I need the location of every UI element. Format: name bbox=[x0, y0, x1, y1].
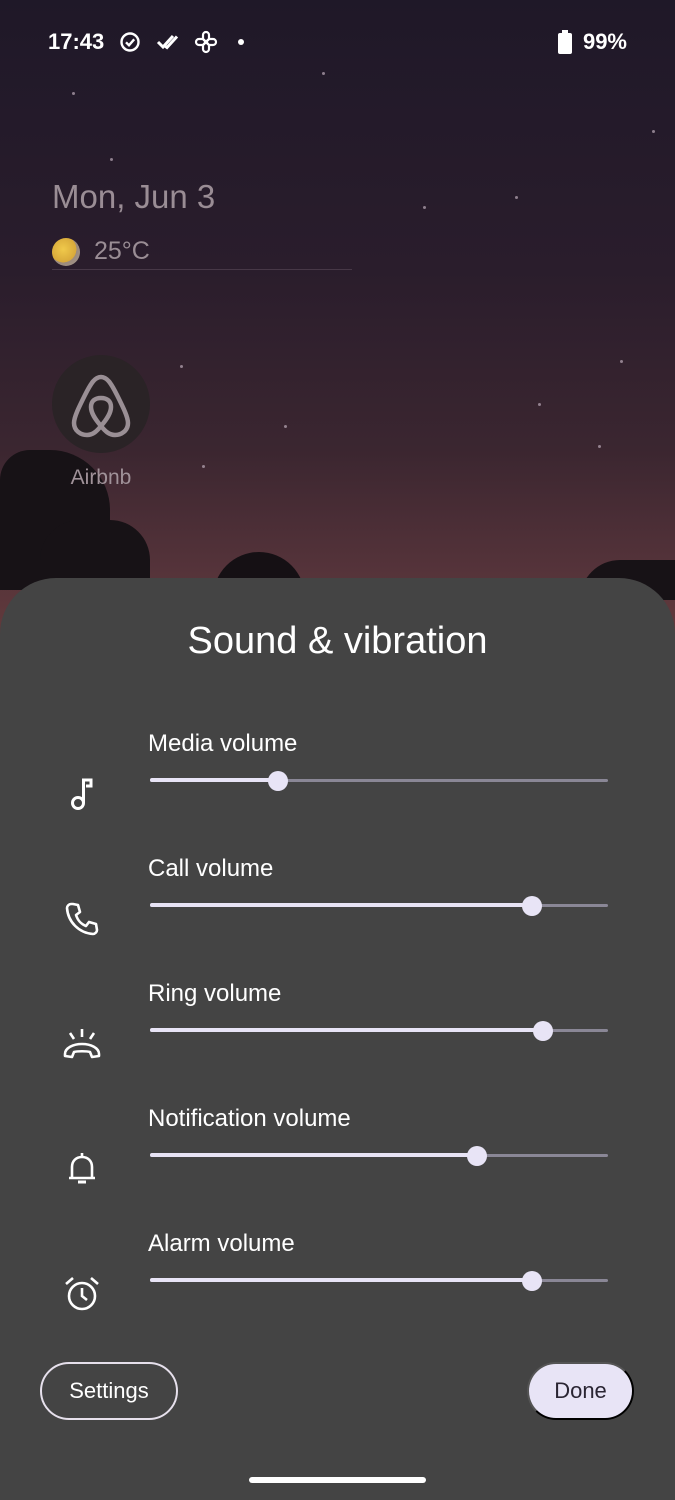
alarm-volume-slider[interactable] bbox=[150, 1271, 608, 1291]
clock: 17:43 bbox=[48, 29, 105, 54]
alarm-volume-label: Alarm volume bbox=[148, 1230, 295, 1257]
home-indicator[interactable] bbox=[249, 1477, 426, 1483]
airbnb-icon bbox=[71, 374, 131, 438]
slider-thumb[interactable] bbox=[467, 1146, 488, 1166]
date-widget[interactable]: Mon, Jun 3 bbox=[52, 178, 215, 216]
pinwheel-icon bbox=[194, 30, 218, 54]
temperature: 25°C bbox=[94, 237, 150, 265]
app-label-airbnb: Airbnb bbox=[70, 466, 132, 489]
ring-volume-slider[interactable] bbox=[150, 1021, 608, 1041]
slider-fill bbox=[150, 1153, 478, 1157]
bell-icon bbox=[60, 1147, 104, 1191]
music-note-icon bbox=[60, 772, 104, 816]
alarm-volume-row: Alarm volume bbox=[0, 1230, 675, 1340]
weather-widget[interactable]: 25°C bbox=[52, 234, 352, 270]
ring-volume-row: Ring volume bbox=[0, 980, 675, 1090]
volume-panel: Sound & vibration Media volume Call volu… bbox=[0, 578, 675, 1500]
slider-fill bbox=[150, 903, 533, 907]
done-button[interactable]: Done bbox=[527, 1362, 634, 1420]
notification-volume-slider[interactable] bbox=[150, 1146, 608, 1166]
media-volume-slider[interactable] bbox=[150, 771, 608, 791]
call-volume-slider[interactable] bbox=[150, 896, 608, 916]
double-check-icon bbox=[156, 30, 180, 54]
panel-title: Sound & vibration bbox=[187, 620, 488, 662]
slider-thumb[interactable] bbox=[522, 1271, 543, 1291]
dot-icon bbox=[238, 39, 245, 45]
slider-fill bbox=[150, 778, 279, 782]
status-bar: 17:43 99% bbox=[0, 20, 675, 64]
partly-sunny-icon bbox=[52, 237, 80, 266]
notification-volume-row: Notification volume bbox=[0, 1105, 675, 1215]
slider-fill bbox=[150, 1028, 543, 1032]
settings-button[interactable]: Settings bbox=[40, 1362, 178, 1420]
ring-volume-label: Ring volume bbox=[148, 980, 282, 1007]
check-circle-icon bbox=[118, 30, 142, 54]
notification-volume-label: Notification volume bbox=[148, 1105, 351, 1132]
slider-thumb[interactable] bbox=[532, 1021, 553, 1041]
media-volume-label: Media volume bbox=[148, 730, 298, 757]
alarm-clock-icon bbox=[60, 1272, 104, 1316]
call-volume-row: Call volume bbox=[0, 855, 675, 965]
phone-icon bbox=[60, 897, 104, 941]
ring-icon bbox=[60, 1022, 104, 1066]
battery-icon bbox=[553, 30, 577, 54]
battery-percent: 99% bbox=[582, 29, 627, 54]
slider-thumb[interactable] bbox=[268, 771, 289, 791]
media-volume-row: Media volume bbox=[0, 730, 675, 840]
slider-thumb[interactable] bbox=[522, 896, 543, 916]
slider-fill bbox=[150, 1278, 533, 1282]
airbnb-app-icon[interactable] bbox=[52, 355, 150, 453]
call-volume-label: Call volume bbox=[148, 855, 274, 882]
